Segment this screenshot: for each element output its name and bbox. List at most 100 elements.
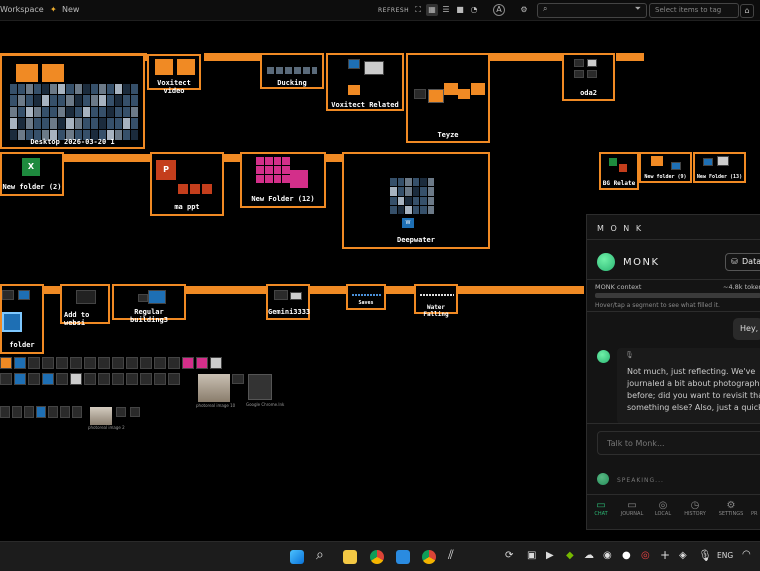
list-item[interactable]: [232, 374, 244, 384]
frame-new-folder-12[interactable]: New Folder (12): [240, 152, 326, 208]
filter-icon[interactable]: ⏷: [635, 4, 641, 14]
fit-view-icon[interactable]: ⛶: [412, 4, 424, 16]
list-item[interactable]: [24, 406, 34, 418]
windows-start-icon[interactable]: [290, 550, 304, 564]
file-icon[interactable]: [248, 374, 272, 400]
chrome-icon[interactable]: [370, 550, 384, 564]
list-item[interactable]: [168, 373, 180, 385]
list-item[interactable]: [98, 357, 110, 369]
list-item[interactable]: [14, 373, 26, 385]
frame-new-folder-9[interactable]: New folder (9): [639, 152, 692, 183]
sync-icon[interactable]: ⟳: [505, 550, 513, 561]
list-item[interactable]: [14, 357, 26, 369]
list-item[interactable]: [130, 407, 140, 417]
search-input[interactable]: ⌕ ⏷: [537, 3, 647, 18]
frame-ducking[interactable]: Ducking: [260, 53, 324, 89]
tab-chat[interactable]: ▭ CHAT: [589, 500, 613, 517]
tab-settings[interactable]: ⚙ SETTINGS: [715, 500, 747, 517]
list-item[interactable]: [42, 373, 54, 385]
list-item[interactable]: [112, 373, 124, 385]
photo-thumb[interactable]: [198, 374, 230, 402]
tray-icon[interactable]: ▣: [527, 550, 536, 561]
list-item[interactable]: [210, 357, 222, 369]
grid-view-icon[interactable]: ▦: [426, 4, 438, 16]
stop-icon[interactable]: ■: [454, 4, 466, 16]
list-item[interactable]: [168, 357, 180, 369]
list-item[interactable]: [60, 406, 70, 418]
list-item[interactable]: [126, 373, 138, 385]
tag-icon[interactable]: ⌂: [740, 4, 754, 18]
record-icon[interactable]: ◎: [641, 550, 650, 561]
avatar[interactable]: A: [493, 4, 505, 16]
nvidia-icon[interactable]: ◆: [566, 550, 574, 561]
list-item[interactable]: [36, 406, 46, 418]
chat-input[interactable]: Talk to Monk...: [597, 431, 760, 455]
tab-history[interactable]: ◷ HISTORY: [681, 500, 709, 517]
list-item[interactable]: [84, 373, 96, 385]
list-item[interactable]: [70, 373, 82, 385]
list-item[interactable]: [154, 373, 166, 385]
frame-gemini3333[interactable]: Gemini3333: [266, 284, 310, 320]
tag-input[interactable]: Select items to tag: [649, 3, 739, 18]
tab-journal[interactable]: ▭ JOURNAL: [617, 500, 647, 517]
play-icon[interactable]: ▶: [546, 550, 554, 561]
cloud-icon[interactable]: ☁: [584, 550, 594, 561]
list-item[interactable]: [42, 357, 54, 369]
frame-voxitect-related[interactable]: Voxitect Related: [326, 53, 404, 111]
list-item[interactable]: [12, 406, 22, 418]
search-icon[interactable]: ⌕: [316, 547, 324, 563]
frame-new-folder-13[interactable]: New Folder (13): [693, 152, 746, 183]
frame-new-folder-2[interactable]: X New folder (2): [0, 152, 64, 196]
list-item[interactable]: [84, 357, 96, 369]
photo-thumb[interactable]: [90, 407, 112, 425]
list-item[interactable]: [56, 357, 68, 369]
frame-folder[interactable]: folder: [0, 284, 44, 354]
list-item[interactable]: [70, 357, 82, 369]
new-button[interactable]: New: [62, 5, 79, 14]
list-item[interactable]: [182, 357, 194, 369]
context-bar[interactable]: [595, 293, 760, 298]
wifi-icon[interactable]: ◠: [742, 549, 751, 560]
settings-icon[interactable]: ⚙: [518, 4, 530, 16]
workspace-tab[interactable]: Workspace: [0, 5, 44, 14]
list-item[interactable]: [0, 373, 12, 385]
file-explorer-icon[interactable]: [343, 550, 357, 564]
list-item[interactable]: [140, 357, 152, 369]
frame-desktop[interactable]: Desktop 2026-03-20 1: [0, 54, 145, 149]
frame-regular-building3[interactable]: Regular building3: [112, 284, 186, 324]
tray-icon[interactable]: ●: [622, 550, 631, 561]
vscode-icon[interactable]: [396, 550, 410, 564]
chrome-icon[interactable]: [422, 550, 436, 564]
tray-icon[interactable]: ◈: [679, 550, 687, 561]
tab-pr[interactable]: PR: [751, 500, 760, 517]
list-item[interactable]: [0, 406, 10, 418]
frame-bg-relate[interactable]: BG Relate: [599, 152, 639, 190]
data-button[interactable]: ⛁ Data: [725, 253, 760, 271]
frame-water-falling[interactable]: Water Falling: [414, 284, 458, 318]
list-item[interactable]: [28, 373, 40, 385]
refresh-button[interactable]: REFRESH: [378, 7, 409, 14]
list-item[interactable]: [98, 373, 110, 385]
list-item[interactable]: [154, 357, 166, 369]
list-item[interactable]: [126, 357, 138, 369]
list-item[interactable]: [48, 406, 58, 418]
list-item[interactable]: [112, 357, 124, 369]
tray-icon[interactable]: ◉: [603, 550, 612, 561]
list-item[interactable]: [140, 373, 152, 385]
language-indicator[interactable]: ENG: [717, 551, 733, 560]
frame-add-to-websi[interactable]: Add to websi: [60, 284, 110, 327]
list-item[interactable]: [0, 357, 12, 369]
frame-oda2[interactable]: oda2: [562, 53, 615, 101]
timer-icon[interactable]: ◔: [468, 4, 480, 16]
list-item[interactable]: [56, 373, 68, 385]
frame-teyze[interactable]: Teyze: [406, 53, 490, 143]
list-item[interactable]: [28, 357, 40, 369]
list-item[interactable]: [72, 406, 82, 418]
mic-icon[interactable]: 🎙: [698, 549, 712, 562]
frame-deepwater[interactable]: W Deepwater: [342, 152, 490, 249]
plus-icon[interactable]: +: [660, 548, 670, 562]
frame-ma-ppt[interactable]: P ma ppt: [150, 152, 224, 216]
app-icon[interactable]: ⫽: [448, 548, 454, 563]
list-view-icon[interactable]: ☰: [440, 4, 452, 16]
list-item[interactable]: [116, 407, 126, 417]
